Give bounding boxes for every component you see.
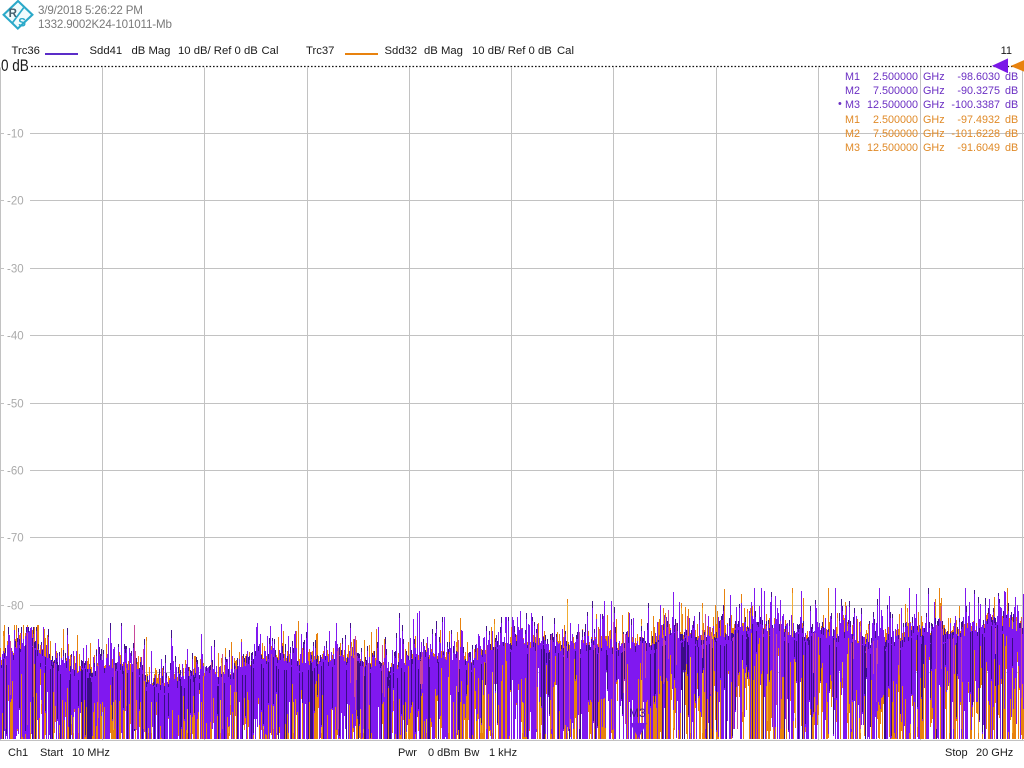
svg-text:-30: -30 bbox=[7, 264, 24, 276]
svg-text:R: R bbox=[9, 8, 18, 20]
svg-text:-20: -20 bbox=[7, 196, 24, 208]
svg-text:-80: -80 bbox=[7, 601, 24, 613]
svg-text:-70: -70 bbox=[7, 533, 24, 545]
svg-text:-60: -60 bbox=[7, 466, 24, 478]
svg-text:-50: -50 bbox=[7, 399, 24, 411]
svg-text:-40: -40 bbox=[7, 331, 24, 343]
svg-text:S: S bbox=[18, 17, 26, 29]
svg-text:M3: M3 bbox=[629, 706, 646, 720]
